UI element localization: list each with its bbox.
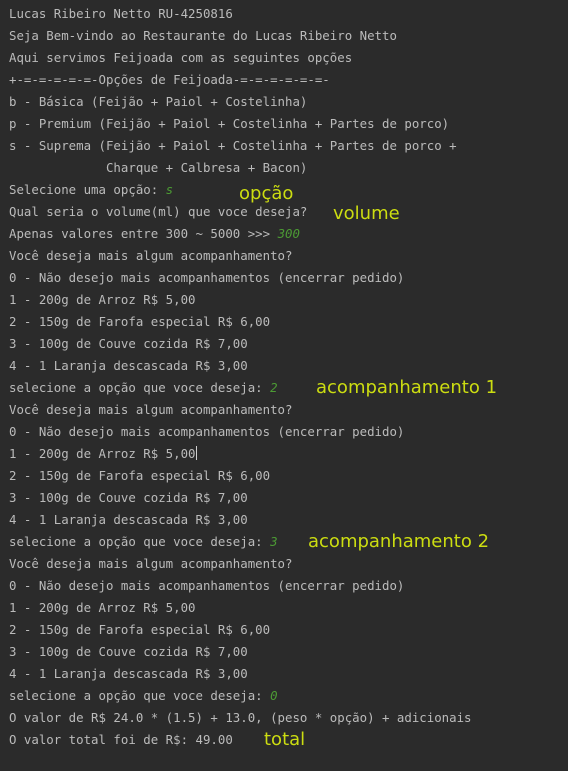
console-line: 3 - 100g de Couve cozida R$ 7,00 (9, 488, 248, 508)
console-text: selecione a opção que voce deseja: (9, 534, 271, 549)
console-text: 3 - 100g de Couve cozida R$ 7,00 (9, 490, 248, 505)
console-line: 1 - 200g de Arroz R$ 5,00 (9, 598, 196, 618)
console-text: Seja Bem-vindo ao Restaurante do Lucas R… (9, 28, 397, 43)
console-line: selecione a opção que voce deseja: 3 (9, 532, 278, 552)
console-text: Charque + Calbresa + Bacon) (9, 160, 308, 175)
console-line: Você deseja mais algum acompanhamento? (9, 400, 292, 420)
text-cursor (195, 446, 197, 460)
annotation-acompanhamento-2: acompanhamento 2 (308, 531, 490, 552)
console-text: 2 - 150g de Farofa especial R$ 6,00 (9, 622, 271, 637)
annotation-opcao: opção (239, 183, 294, 204)
console-text: selecione a opção que voce deseja: (9, 380, 271, 395)
console-output[interactable]: Lucas Ribeiro Netto RU-4250816 Seja Bem-… (0, 0, 568, 771)
console-line: 1 - 200g de Arroz R$ 5,00 (9, 290, 196, 310)
console-line: 0 - Não desejo mais acompanhamentos (enc… (9, 268, 404, 288)
console-text: 0 - Não desejo mais acompanhamentos (enc… (9, 270, 405, 285)
console-line: O valor total foi de R$: 49.00 (9, 730, 233, 750)
console-line: Aqui servimos Feijoada com as seguintes … (9, 48, 352, 68)
console-text: 4 - 1 Laranja descascada R$ 3,00 (9, 512, 248, 527)
console-text: 1 - 200g de Arroz R$ 5,00 (9, 292, 196, 307)
console-line: b - Básica (Feijão + Paiol + Costelinha) (9, 92, 307, 112)
annotation-volume: volume (333, 203, 400, 224)
console-text: Qual seria o volume(ml) que voce deseja? (9, 204, 308, 219)
console-text: Selecione uma opção: (9, 182, 166, 197)
console-text: 1 - 200g de Arroz R$ 5,00 (9, 600, 196, 615)
console-line: selecione a opção que voce deseja: 2 (9, 378, 278, 398)
console-line: 3 - 100g de Couve cozida R$ 7,00 (9, 334, 248, 354)
console-text: Aqui servimos Feijoada com as seguintes … (9, 50, 353, 65)
console-text: 0 - Não desejo mais acompanhamentos (enc… (9, 424, 405, 439)
console-text: s - Suprema (Feijão + Paiol + Costelinha… (9, 138, 457, 153)
console-text: 1 - 200g de Arroz R$ 5,00 (9, 446, 196, 461)
console-line: selecione a opção que voce deseja: 0 (9, 686, 278, 706)
console-text: p - Premium (Feijão + Paiol + Costelinha… (9, 116, 450, 131)
annotation-acompanhamento-1: acompanhamento 1 (316, 377, 498, 398)
console-line: Lucas Ribeiro Netto RU-4250816 (9, 4, 233, 24)
console-text: Lucas Ribeiro Netto RU-4250816 (9, 6, 233, 21)
console-text: O valor de R$ 24.0 * (1.5) + 13.0, (peso… (9, 710, 472, 725)
console-text: 2 - 150g de Farofa especial R$ 6,00 (9, 468, 271, 483)
user-input: 2 (270, 380, 278, 395)
console-line: +-=-=-=-=-=-Opções de Feijoada-=-=-=-=-=… (9, 70, 330, 90)
user-input: 0 (270, 688, 278, 703)
console-line: 4 - 1 Laranja descascada R$ 3,00 (9, 664, 248, 684)
console-line: Apenas valores entre 300 ~ 5000 >>> 300 (9, 224, 300, 244)
console-text: 4 - 1 Laranja descascada R$ 3,00 (9, 666, 248, 681)
annotation-total: total (264, 729, 306, 750)
console-line: Seja Bem-vindo ao Restaurante do Lucas R… (9, 26, 397, 46)
console-text: 2 - 150g de Farofa especial R$ 6,00 (9, 314, 271, 329)
console-text: 0 - Não desejo mais acompanhamentos (enc… (9, 578, 405, 593)
console-text: 3 - 100g de Couve cozida R$ 7,00 (9, 336, 248, 351)
console-text: b - Básica (Feijão + Paiol + Costelinha) (9, 94, 308, 109)
console-line: 0 - Não desejo mais acompanhamentos (enc… (9, 576, 404, 596)
console-line: 1 - 200g de Arroz R$ 5,00 (9, 444, 197, 464)
console-text: Você deseja mais algum acompanhamento? (9, 248, 293, 263)
console-line: Você deseja mais algum acompanhamento? (9, 246, 292, 266)
console-line: 0 - Não desejo mais acompanhamentos (enc… (9, 422, 404, 442)
user-input: 300 (277, 226, 300, 241)
console-line: Qual seria o volume(ml) que voce deseja? (9, 202, 307, 222)
console-text: Apenas valores entre 300 ~ 5000 >>> (9, 226, 278, 241)
console-line: Charque + Calbresa + Bacon) (9, 158, 307, 178)
console-line: 4 - 1 Laranja descascada R$ 3,00 (9, 356, 248, 376)
console-line: Você deseja mais algum acompanhamento? (9, 554, 292, 574)
console-text: 3 - 100g de Couve cozida R$ 7,00 (9, 644, 248, 659)
console-text: selecione a opção que voce deseja: (9, 688, 271, 703)
console-line: s - Suprema (Feijão + Paiol + Costelinha… (9, 136, 457, 156)
console-line: 2 - 150g de Farofa especial R$ 6,00 (9, 620, 270, 640)
console-line: p - Premium (Feijão + Paiol + Costelinha… (9, 114, 449, 134)
console-text: O valor total foi de R$: 49.00 (9, 732, 233, 747)
console-text: Você deseja mais algum acompanhamento? (9, 402, 293, 417)
console-line: 2 - 150g de Farofa especial R$ 6,00 (9, 466, 270, 486)
console-text: Você deseja mais algum acompanhamento? (9, 556, 293, 571)
console-line: O valor de R$ 24.0 * (1.5) + 13.0, (peso… (9, 708, 472, 728)
console-line: Selecione uma opção: s (9, 180, 173, 200)
console-text: +-=-=-=-=-=-Opções de Feijoada-=-=-=-=-=… (9, 72, 330, 87)
console-line: 3 - 100g de Couve cozida R$ 7,00 (9, 642, 248, 662)
console-line: 2 - 150g de Farofa especial R$ 6,00 (9, 312, 270, 332)
user-input: 3 (270, 534, 278, 549)
console-text: 4 - 1 Laranja descascada R$ 3,00 (9, 358, 248, 373)
user-input: s (165, 182, 174, 197)
console-line: 4 - 1 Laranja descascada R$ 3,00 (9, 510, 248, 530)
